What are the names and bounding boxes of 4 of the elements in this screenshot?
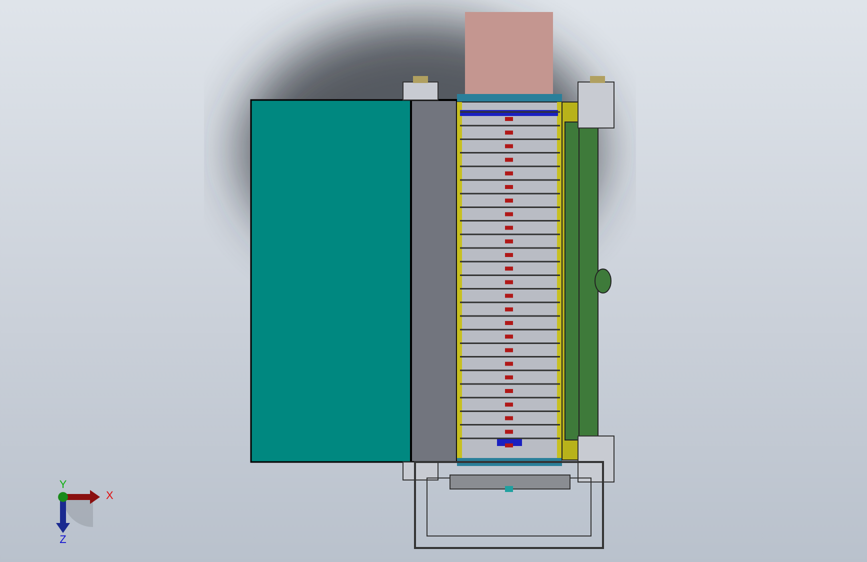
axis-triad-icon	[56, 490, 100, 533]
axis-label: X	[106, 490, 114, 502]
axis-label: Y	[59, 479, 67, 491]
axis-label: Z	[60, 534, 66, 546]
